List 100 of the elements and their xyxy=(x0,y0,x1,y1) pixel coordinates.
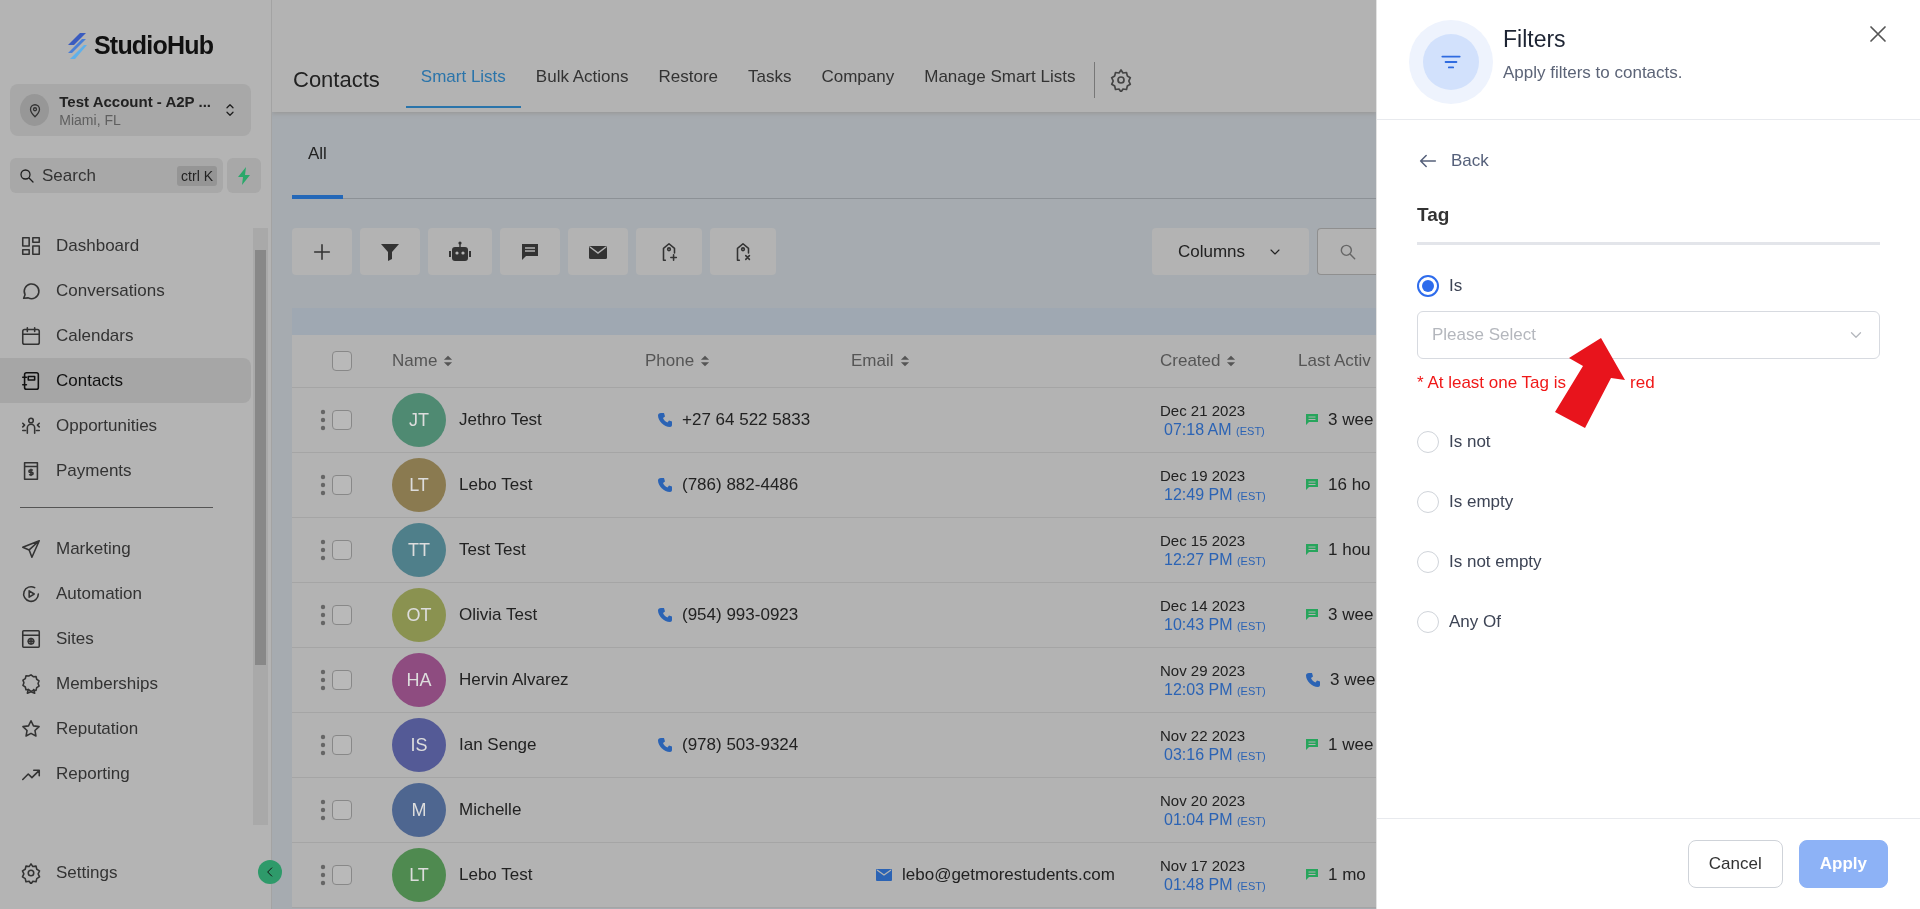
contact-name[interactable]: Lebo Test xyxy=(459,475,533,495)
phone-number: (978) 503-9324 xyxy=(682,735,799,755)
nav-item[interactable]: Calendars xyxy=(0,313,251,358)
contact-name[interactable]: Hervin Alvarez xyxy=(459,670,569,690)
account-switcher[interactable]: Test Account - A2P ... Miami, FL xyxy=(10,84,251,136)
row-checkbox[interactable] xyxy=(332,670,352,690)
nav-tab[interactable]: Company xyxy=(806,0,910,108)
row-checkbox[interactable] xyxy=(332,410,352,430)
last-activity: 3 wee xyxy=(1330,670,1376,690)
add-tag-button[interactable] xyxy=(636,228,702,275)
created-date: Dec 19 2023 xyxy=(1160,466,1247,484)
nav-tab[interactable]: Bulk Actions xyxy=(520,0,644,108)
created-date: Nov 29 2023 xyxy=(1160,661,1247,679)
automation-button[interactable] xyxy=(428,228,492,275)
nav-item[interactable]: Payments xyxy=(0,448,251,493)
contact-name[interactable]: Test Test xyxy=(459,540,526,560)
add-button[interactable] xyxy=(292,228,352,275)
mail-icon xyxy=(588,243,608,260)
last-activity: 16 ho xyxy=(1328,475,1371,495)
scrollbar[interactable] xyxy=(253,228,268,825)
column-header[interactable]: Name xyxy=(392,351,438,371)
option-label[interactable]: Any Of xyxy=(1449,612,1501,632)
columns-button[interactable]: Columns xyxy=(1152,228,1309,275)
nav-item[interactable]: Automation xyxy=(0,571,251,616)
timezone: (EST) xyxy=(1236,554,1266,567)
more-vertical-icon xyxy=(320,539,326,561)
last-activity: 3 wee xyxy=(1328,605,1374,625)
row-checkbox[interactable] xyxy=(332,475,352,495)
email-address[interactable]: lebo@getmorestudents.com xyxy=(902,865,1115,885)
calendar-icon xyxy=(20,324,42,347)
error-message: red xyxy=(1630,373,1655,393)
panel-title: Filters xyxy=(1503,26,1567,53)
option-label[interactable]: Is empty xyxy=(1449,492,1514,512)
last-activity: 1 wee xyxy=(1328,735,1374,755)
option-label[interactable]: Is not empty xyxy=(1449,552,1542,572)
contact-name[interactable]: Jethro Test xyxy=(459,410,542,430)
column-header[interactable]: Email xyxy=(851,351,894,371)
mail-icon xyxy=(876,869,892,881)
row-checkbox[interactable] xyxy=(332,865,352,885)
last-activity: 1 hou xyxy=(1328,540,1371,560)
nav-tab[interactable]: Restore xyxy=(643,0,733,108)
people-icon xyxy=(20,414,42,437)
column-header[interactable]: Created xyxy=(1160,351,1221,371)
search-field[interactable]: Search ctrl K xyxy=(10,158,223,193)
avatar: LT xyxy=(392,458,446,512)
back-button[interactable]: Back xyxy=(1417,146,1489,176)
cancel-button[interactable]: Cancel xyxy=(1687,840,1783,888)
row-checkbox[interactable] xyxy=(332,605,352,625)
logo-text: StudioHub xyxy=(94,30,214,60)
more-vertical-icon xyxy=(320,864,326,886)
email-button[interactable] xyxy=(568,228,628,275)
option-label[interactable]: Is not xyxy=(1449,432,1491,452)
avatar: OT xyxy=(392,588,446,642)
phone-number: (954) 993-0923 xyxy=(682,605,799,625)
nav-item[interactable]: Conversations xyxy=(0,268,251,313)
list-tab[interactable]: All xyxy=(292,112,343,199)
search-icon xyxy=(18,166,36,185)
nav-item[interactable]: Memberships xyxy=(0,661,251,706)
search-field[interactable] xyxy=(1317,228,1376,275)
nav-tab[interactable]: Manage Smart Lists xyxy=(909,0,1091,108)
phone-number: +27 64 522 5833 xyxy=(682,410,811,430)
filter-button[interactable] xyxy=(360,228,420,275)
shortcut-hint: ctrl K xyxy=(177,165,217,186)
phone-icon xyxy=(658,413,672,427)
collapse-button[interactable] xyxy=(258,860,282,884)
more-vertical-icon xyxy=(320,734,326,756)
send-icon xyxy=(20,537,42,560)
phone-number: (786) 882-4486 xyxy=(682,475,799,495)
quick-action-button[interactable] xyxy=(227,158,261,193)
nav-item[interactable]: Reputation xyxy=(0,706,251,751)
more-vertical-icon xyxy=(320,799,326,821)
nav-item[interactable]: Contacts xyxy=(0,358,251,403)
column-header[interactable]: Phone xyxy=(645,351,695,371)
option-label[interactable]: Is xyxy=(1449,276,1463,296)
phone-icon xyxy=(658,478,672,492)
field-label: Tag xyxy=(1417,204,1880,245)
row-checkbox[interactable] xyxy=(332,540,352,560)
nav-item[interactable]: Marketing xyxy=(0,526,251,571)
contact-name[interactable]: Michelle xyxy=(459,800,522,820)
select-all-checkbox[interactable] xyxy=(332,351,352,371)
nav-tab[interactable]: Tasks xyxy=(733,0,807,108)
timezone: (EST) xyxy=(1236,619,1266,632)
phone-icon xyxy=(658,608,672,622)
sms-button[interactable] xyxy=(500,228,560,275)
contact-name[interactable]: Lebo Test xyxy=(459,865,533,885)
dashboard-icon xyxy=(20,234,42,257)
nav-item[interactable]: Dashboard xyxy=(0,223,251,268)
contact-name[interactable]: Olivia Test xyxy=(459,605,538,625)
radio-button[interactable] xyxy=(1417,275,1439,297)
contact-name[interactable]: Ian Senge xyxy=(459,735,537,755)
nav-item[interactable]: Sites xyxy=(0,616,251,661)
nav-item[interactable]: Reporting xyxy=(0,751,251,796)
nav-item[interactable]: Opportunities xyxy=(0,403,251,448)
nav-item[interactable]: Settings xyxy=(0,850,240,895)
row-checkbox[interactable] xyxy=(332,735,352,755)
avatar: IS xyxy=(392,718,446,772)
column-header[interactable]: Last Activ xyxy=(1298,351,1371,371)
row-checkbox[interactable] xyxy=(332,800,352,820)
created-date: Dec 14 2023 xyxy=(1160,596,1247,614)
remove-tag-button[interactable] xyxy=(710,228,776,275)
